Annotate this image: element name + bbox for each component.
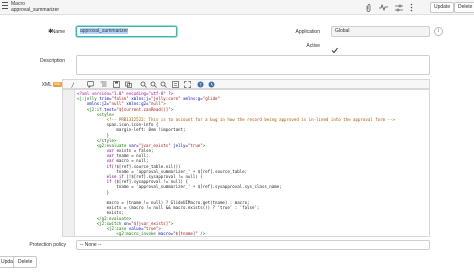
update-button[interactable]: Update [430, 2, 455, 13]
fullscreen-icon[interactable] [184, 81, 191, 88]
description-textarea[interactable] [76, 55, 430, 75]
search-icon[interactable] [140, 81, 147, 88]
svg-text:/: / [71, 82, 75, 88]
application-label: Application [295, 29, 320, 35]
code-token: jelly= [170, 142, 188, 148]
code-token: /> [197, 231, 206, 237]
protection-policy-value: -- None -- [80, 242, 102, 248]
xml-label: XML [41, 82, 52, 88]
protection-policy-label: Protection policy [29, 242, 66, 248]
code-token: </j2:case> [77, 236, 131, 237]
editor-toolbar: / ? [62, 79, 430, 89]
delete-button[interactable]: Delete [454, 2, 474, 13]
form-header: Macro approval_summarizer Update Delete [0, 0, 474, 15]
speech-bubble-icon[interactable] [87, 81, 94, 88]
code-token: "glide" [202, 96, 220, 102]
name-input[interactable]: approval_summarizer [76, 26, 177, 37]
protection-policy-select[interactable]: -- None -- [76, 240, 430, 250]
script-icon[interactable] [172, 81, 179, 88]
code-token: macro= [158, 231, 174, 237]
save-icon[interactable] [113, 81, 120, 88]
line-number-gutter [63, 90, 75, 236]
xml-code-editor[interactable]: <?xml version="1.0" encoding="utf-8" ?> <… [62, 89, 430, 237]
active-label: Active [306, 43, 320, 49]
active-checkbox[interactable] [331, 41, 338, 54]
description-label: Description [39, 58, 65, 64]
info-icon[interactable]: i [434, 27, 443, 36]
toggle-comment-icon[interactable]: / [71, 81, 78, 88]
search-replace-icon[interactable] [160, 81, 167, 88]
code-token: > [202, 142, 206, 148]
name-value: approval_summarizer [80, 28, 129, 34]
code-token: xmlns:g= [180, 96, 203, 102]
footer-delete-button[interactable]: Delete [13, 256, 38, 268]
xml-code-content: <?xml version="1.0" encoding="utf-8" ?> <… [77, 91, 395, 237]
code-token: > [170, 220, 174, 226]
help-icon[interactable]: ? [197, 81, 204, 88]
more-options-icon[interactable] [406, 2, 417, 13]
settings-sliders-icon[interactable] [393, 2, 404, 13]
replace-icon[interactable] [125, 81, 132, 88]
attachment-icon[interactable] [363, 2, 374, 13]
hamburger-menu-icon[interactable] [2, 2, 8, 12]
code-token: "$[current.canRead()]" [116, 106, 171, 112]
code-line: </j2:case> [77, 236, 395, 237]
format-code-icon[interactable] [100, 81, 107, 88]
search-next-icon[interactable] [150, 81, 157, 88]
record-name: approval_summarizer [11, 7, 60, 13]
history-icon[interactable] [208, 81, 215, 88]
application-field: Global [331, 26, 430, 37]
code-token: > [170, 106, 174, 112]
xml-badge: XML [53, 82, 63, 87]
activity-icon[interactable] [378, 2, 389, 13]
name-label: Name [51, 29, 65, 35]
code-token: "$[tname]" [173, 231, 198, 237]
code-token: "true" [187, 142, 203, 148]
